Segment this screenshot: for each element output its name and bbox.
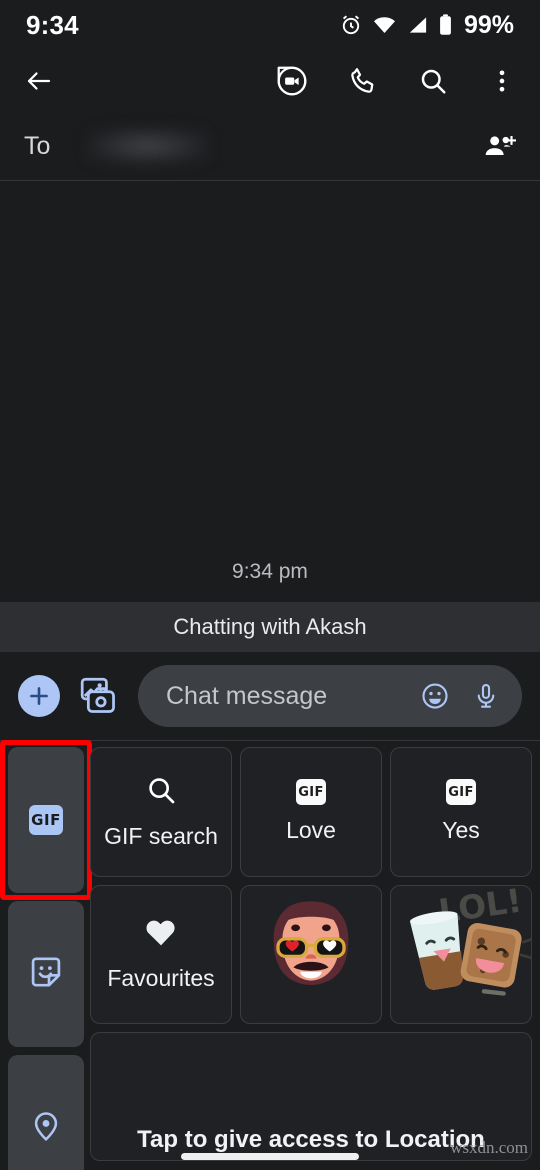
attachment-row: Favourites LOL! [90, 884, 532, 1024]
card-label: Tap to give access to Location [137, 1126, 485, 1153]
status-icons: 99% [339, 11, 514, 40]
card-gif-love[interactable]: GIF Love [240, 747, 382, 877]
tab-location[interactable] [8, 1055, 84, 1170]
battery-percent: 99% [463, 10, 514, 39]
recipient-chip[interactable] [85, 127, 211, 165]
card-label: Love [286, 817, 336, 844]
card-favourites[interactable]: Favourites [90, 884, 232, 1024]
chatting-status-banner: Chatting with Akash [0, 602, 540, 652]
status-bar: 9:34 99% [0, 0, 540, 50]
video-call-icon[interactable] [276, 65, 308, 97]
attachment-rail: GIF [0, 740, 92, 1170]
card-label: Favourites [107, 965, 215, 991]
tab-gif[interactable]: GIF [0, 740, 92, 900]
attachment-row: GIF search GIF Love GIF Yes [90, 747, 532, 877]
overflow-menu-icon[interactable] [488, 67, 516, 95]
tab-stickers[interactable] [8, 901, 84, 1047]
app-bar [0, 50, 540, 112]
heart-sunglasses-face-sticker [245, 886, 377, 1023]
emoji-icon[interactable] [420, 681, 450, 711]
attachment-panel: GIF GIF search GIF Love GIF Yes Favourit… [0, 740, 540, 1170]
wifi-icon [372, 13, 397, 37]
gif-badge-icon: GIF [296, 779, 326, 806]
card-sticker-lol[interactable]: LOL! [390, 884, 532, 1024]
search-icon [145, 774, 177, 811]
alarm-icon [339, 13, 363, 37]
status-time: 9:34 [26, 9, 79, 40]
chat-message-placeholder: Chat message [166, 681, 328, 710]
app-bar-actions [276, 65, 516, 97]
message-timestamp: 9:34 pm [232, 560, 308, 583]
to-label: To [24, 131, 51, 160]
back-arrow-icon[interactable] [24, 66, 54, 96]
gesture-nav-bar[interactable] [181, 1153, 359, 1160]
compose-row: Chat message [0, 652, 540, 740]
watermark: wsxdn.com [450, 1138, 528, 1157]
location-pin-icon [29, 1109, 63, 1148]
add-attachment-button[interactable] [18, 675, 60, 717]
chat-message-input[interactable]: Chat message [138, 665, 522, 727]
card-label: GIF search [104, 822, 218, 849]
card-gif-yes[interactable]: GIF Yes [390, 747, 532, 877]
phone-call-icon[interactable] [348, 66, 378, 96]
card-gif-search[interactable]: GIF search [90, 747, 232, 877]
battery-icon [438, 13, 453, 37]
signal-icon [406, 13, 429, 37]
recipient-row[interactable]: To [0, 112, 540, 180]
search-icon[interactable] [418, 66, 448, 96]
gallery-camera-icon[interactable] [78, 676, 120, 716]
conversation-area: 9:34 pm [0, 181, 540, 602]
lol-milk-cookie-sticker: LOL! [391, 886, 531, 1023]
card-sticker-heart-sunglasses[interactable] [240, 884, 382, 1024]
microphone-icon[interactable] [472, 681, 500, 711]
add-people-icon[interactable] [484, 132, 516, 160]
card-label: Yes [442, 817, 480, 844]
phone-screen: 9:34 99% To 9:34 pm Chatting with Akash … [0, 0, 540, 1170]
attachment-grid: GIF search GIF Love GIF Yes Favourites L… [84, 747, 540, 1161]
gif-icon: GIF [29, 805, 63, 835]
heart-icon [144, 916, 178, 953]
gif-badge-icon: GIF [446, 779, 476, 806]
sticker-icon [28, 954, 64, 995]
